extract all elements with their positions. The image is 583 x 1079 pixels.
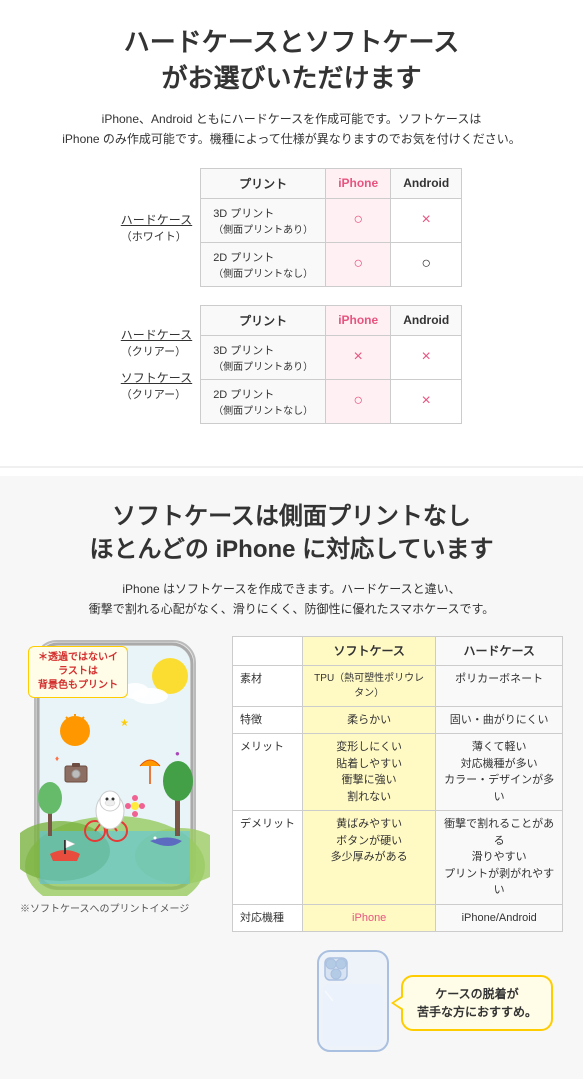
compare-label-device: 対応機種 <box>233 904 303 932</box>
section-divider <box>0 466 583 468</box>
svg-text:●: ● <box>175 749 180 758</box>
phone-area: ＊透過ではないイラストは背景色もプリント <box>20 636 220 915</box>
compare-soft-feature: 柔らかい <box>303 706 436 734</box>
table2-row2-iphone: ○ <box>326 379 391 423</box>
speech-bubble: ケースの脱着が苦手な方におすすめ。 <box>401 975 553 1031</box>
col-header-android2: Android <box>391 305 462 335</box>
table1-row1-print: 3D プリント（側面プリントあり） <box>201 198 326 242</box>
compare-hard-demerit: 衝撃で割れることがある滑りやすいプリントが剥がれやすい <box>436 811 563 905</box>
compare-label-material: 素材 <box>233 665 303 706</box>
note-badge: ＊透過ではないイラストは背景色もプリント <box>28 646 128 698</box>
compare-hard-material: ポリカーボネート <box>436 665 563 706</box>
compare-table: ソフトケース ハードケース 素材 TPU（熱可塑性ポリウレタン） ポリカーボネー… <box>232 636 563 933</box>
compare-soft-demerit: 黄ばみやすいボタンが硬い多少厚みがある <box>303 811 436 905</box>
section1-title: ハードケースとソフトケースがお選びいただけます <box>20 24 563 97</box>
table2-side-labels: ハードケース （クリアー） ソフトケース （クリアー） <box>121 326 192 402</box>
compare-hard-device: iPhone/Android <box>436 904 563 932</box>
bottom-content: ＊透過ではないイラストは背景色もプリント <box>20 636 563 1060</box>
compare-soft-device: iPhone <box>303 904 436 932</box>
table2-row2-print: 2D プリント（側面プリントなし） <box>201 379 326 423</box>
table1-row1-android: × <box>391 198 462 242</box>
table1-row1-iphone: ○ <box>326 198 391 242</box>
speech-area: ケースの脱着が苦手な方におすすめ。 <box>232 946 563 1059</box>
compare-row-demerit: デメリット 黄ばみやすいボタンが硬い多少厚みがある 衝撃で割れることがある滑りや… <box>233 811 563 905</box>
compare-row-feature: 特徴 柔らかい 固い・曲がりにくい <box>233 706 563 734</box>
compare-label-merit: メリット <box>233 734 303 811</box>
section2-desc: iPhone はソフトケースを作成できます。ハードケースと違い、 衝撃で割れる心… <box>20 579 563 620</box>
table1: プリント iPhone Android 3D プリント（側面プリントあり） ○ … <box>200 168 462 287</box>
table2-row1-iphone: × <box>326 335 391 379</box>
table2-side-label1: ハードケース （クリアー） <box>121 326 192 359</box>
clear-case-area <box>313 946 393 1059</box>
col-header-print2: プリント <box>201 305 326 335</box>
table2-wrapper: ハードケース （クリアー） ソフトケース （クリアー） プリント iPhone … <box>20 305 563 424</box>
compare-soft-material: TPU（熱可塑性ポリウレタン） <box>303 665 436 706</box>
table1-row2-iphone: ○ <box>326 242 391 286</box>
section2-title: ソフトケースは側面プリントなしほとんどの iPhone に対応しています <box>20 500 563 567</box>
clear-case-svg <box>313 946 393 1056</box>
col-header-android1: Android <box>391 168 462 198</box>
svg-text:★: ★ <box>120 718 129 729</box>
compare-row-merit: メリット 変形しにくい貼着しやすい衝撃に強い割れない 薄くて軽い対応機種が多いカ… <box>233 734 563 811</box>
compare-row-device: 対応機種 iPhone iPhone/Android <box>233 904 563 932</box>
col-header-iphone1: iPhone <box>326 168 391 198</box>
compare-header-empty <box>233 636 303 665</box>
compare-header-soft: ソフトケース <box>303 636 436 665</box>
compare-header-hard: ハードケース <box>436 636 563 665</box>
table1-row2-android: ○ <box>391 242 462 286</box>
table2-row2-android: × <box>391 379 462 423</box>
compare-hard-feature: 固い・曲がりにくい <box>436 706 563 734</box>
table1-side-label: ハードケース （ホワイト） <box>121 211 192 244</box>
compare-soft-merit: 変形しにくい貼着しやすい衝撃に強い割れない <box>303 734 436 811</box>
section1-desc: iPhone、Android ともにハードケースを作成可能です。ソフトケースは … <box>20 109 563 150</box>
table2-row1-print: 3D プリント（側面プリントあり） <box>201 335 326 379</box>
svg-text:♦: ♦ <box>55 754 59 763</box>
compare-label-demerit: デメリット <box>233 811 303 905</box>
section2: ソフトケースは側面プリントなしほとんどの iPhone に対応しています iPh… <box>0 476 583 1079</box>
table2: プリント iPhone Android 3D プリント（側面プリントあり） × … <box>200 305 462 424</box>
table1-row2-print: 2D プリント（側面プリントなし） <box>201 242 326 286</box>
compare-hard-merit: 薄くて軽い対応機種が多いカラー・デザインが多い <box>436 734 563 811</box>
table1-wrapper: ハードケース （ホワイト） プリント iPhone Android 3D プリン… <box>20 168 563 287</box>
compare-table-area: ソフトケース ハードケース 素材 TPU（熱可塑性ポリウレタン） ポリカーボネー… <box>232 636 563 1060</box>
compare-row-material: 素材 TPU（熱可塑性ポリウレタン） ポリカーボネート <box>233 665 563 706</box>
compare-label-feature: 特徴 <box>233 706 303 734</box>
section1: ハードケースとソフトケースがお選びいただけます iPhone、Android と… <box>0 0 583 458</box>
col-header-iphone2: iPhone <box>326 305 391 335</box>
phone-note: ※ソフトケースへのプリントイメージ <box>20 900 220 915</box>
table2-side-label2: ソフトケース （クリアー） <box>121 369 192 402</box>
table2-row1-android: × <box>391 335 462 379</box>
col-header-print: プリント <box>201 168 326 198</box>
